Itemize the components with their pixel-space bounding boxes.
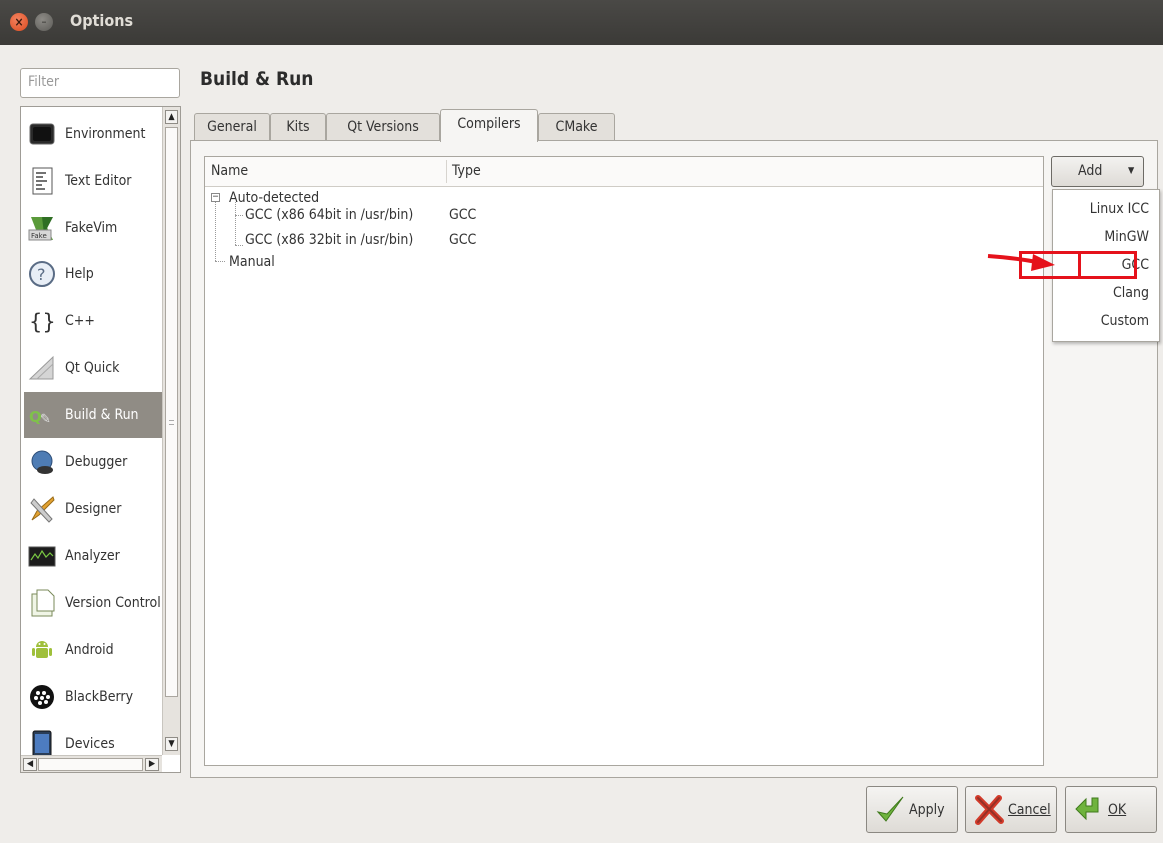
tab-cmake[interactable]: CMake xyxy=(538,113,615,141)
tree-header: Name Type xyxy=(205,157,1043,187)
compiler-name: GCC (x86 64bit in /usr/bin) xyxy=(245,207,414,223)
analyzer-icon xyxy=(28,542,56,570)
menu-item-custom[interactable]: Custom xyxy=(1053,309,1159,333)
vertical-scroll-thumb[interactable] xyxy=(165,127,178,697)
column-header-name[interactable]: Name xyxy=(211,163,248,179)
close-window-button[interactable]: × xyxy=(10,13,28,31)
help-icon: ? xyxy=(28,260,56,288)
checkmark-icon xyxy=(875,795,905,825)
device-icon xyxy=(28,730,56,759)
svg-text:Fake: Fake xyxy=(31,232,47,240)
ok-arrow-icon xyxy=(1074,795,1104,825)
sidebar-item-designer[interactable]: Designer xyxy=(24,486,163,532)
monitor-icon xyxy=(28,120,56,148)
collapse-toggle-icon[interactable]: − xyxy=(211,193,220,202)
blackberry-icon xyxy=(28,683,56,711)
tree-row[interactable]: GCC (x86 32bit in /usr/bin) xyxy=(245,232,413,248)
page-title: Build & Run xyxy=(200,68,314,90)
annotation-highlight-divider xyxy=(1078,251,1081,279)
tree-group-manual[interactable]: Manual xyxy=(229,254,275,270)
sidebar-item-version-control[interactable]: Version Control xyxy=(24,580,163,626)
apply-button[interactable]: Apply xyxy=(866,786,958,833)
fakevim-icon: Fake xyxy=(28,214,56,242)
menu-item-linux-icc[interactable]: Linux ICC xyxy=(1053,197,1159,221)
sidebar-item-cpp[interactable]: {} C++ xyxy=(24,298,163,344)
compiler-type: GCC xyxy=(449,232,477,248)
debugger-bug-icon xyxy=(28,448,56,476)
compiler-type: GCC xyxy=(449,207,477,223)
sidebar-vertical-scrollbar[interactable]: ▲ ▼ xyxy=(162,107,180,755)
svg-text:{}: {} xyxy=(29,310,56,334)
dropdown-arrow-icon: ▼ xyxy=(1128,166,1135,176)
sidebar-item-android[interactable]: Android xyxy=(24,627,163,673)
braces-icon: {} xyxy=(28,307,56,335)
cancel-x-icon xyxy=(974,794,1004,825)
add-button[interactable]: Add ▼ xyxy=(1051,156,1144,187)
column-header-type[interactable]: Type xyxy=(452,163,481,179)
sidebar-item-analyzer[interactable]: Analyzer xyxy=(24,533,163,579)
compiler-name: GCC (x86 32bit in /usr/bin) xyxy=(245,232,414,248)
sidebar-horizontal-scrollbar[interactable]: ◀ ▶ xyxy=(21,755,162,772)
sidebar-item-debugger[interactable]: Debugger xyxy=(24,439,163,485)
tab-kits[interactable]: Kits xyxy=(270,113,326,141)
sidebar-item-qt-quick[interactable]: Qt Quick xyxy=(24,345,163,391)
tree-group-auto-detected[interactable]: Auto-detected xyxy=(229,190,319,206)
tree-row[interactable]: GCC (x86 64bit in /usr/bin) xyxy=(245,207,413,223)
sidebar-item-environment[interactable]: Environment xyxy=(24,111,163,157)
android-icon xyxy=(28,636,56,664)
text-document-icon xyxy=(28,167,56,195)
scroll-left-arrow-icon[interactable]: ◀ xyxy=(23,758,37,771)
tab-general[interactable]: General xyxy=(194,113,270,141)
title-bar: × – Options xyxy=(0,0,1163,45)
designer-icon xyxy=(28,495,56,523)
sidebar-item-blackberry[interactable]: BlackBerry xyxy=(24,674,163,720)
menu-item-mingw[interactable]: MinGW xyxy=(1053,225,1159,249)
sidebar-item-help[interactable]: ? Help xyxy=(24,251,163,297)
scroll-right-arrow-icon[interactable]: ▶ xyxy=(145,758,159,771)
filter-input[interactable]: Filter xyxy=(20,68,180,98)
sidebar-item-build-run[interactable]: Q ✎ Build & Run xyxy=(24,392,163,438)
scroll-down-arrow-icon[interactable]: ▼ xyxy=(165,737,178,751)
tab-compilers[interactable]: Compilers xyxy=(440,109,538,142)
version-control-icon xyxy=(28,589,56,617)
cancel-button[interactable]: Cancel xyxy=(965,786,1057,833)
scroll-up-arrow-icon[interactable]: ▲ xyxy=(165,110,178,124)
svg-text:?: ? xyxy=(37,265,46,284)
category-list: Environment Text Editor Fake FakeVim ? H… xyxy=(20,106,181,773)
compiler-tree[interactable]: Name Type − Auto-detected GCC (x86 64bit… xyxy=(204,156,1044,766)
qt-quick-icon xyxy=(28,354,56,382)
sidebar-item-fakevim[interactable]: Fake FakeVim xyxy=(24,205,163,251)
ok-button[interactable]: OK xyxy=(1065,786,1157,833)
sidebar-item-text-editor[interactable]: Text Editor xyxy=(24,158,163,204)
menu-item-clang[interactable]: Clang xyxy=(1053,281,1159,305)
window-title: Options xyxy=(70,11,134,30)
tab-qt-versions[interactable]: Qt Versions xyxy=(326,113,440,141)
build-run-icon: Q ✎ xyxy=(28,401,56,429)
svg-text:✎: ✎ xyxy=(40,412,51,427)
horizontal-scroll-thumb[interactable] xyxy=(38,758,143,771)
minimize-window-button[interactable]: – xyxy=(35,13,53,31)
